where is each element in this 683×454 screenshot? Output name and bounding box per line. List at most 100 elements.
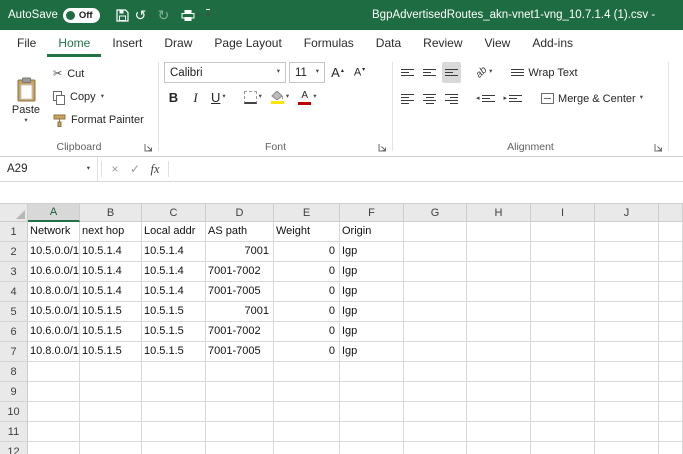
cell-B1[interactable]: next hop	[80, 222, 142, 242]
cell-I12[interactable]	[531, 442, 595, 454]
row-header-10[interactable]: 10	[0, 402, 28, 422]
cell-H7[interactable]	[467, 342, 531, 362]
cell-filler[interactable]	[659, 282, 683, 302]
cell-E8[interactable]	[274, 362, 340, 382]
cell-G3[interactable]	[404, 262, 467, 282]
cell-J8[interactable]	[595, 362, 659, 382]
cell-J9[interactable]	[595, 382, 659, 402]
align-middle-button[interactable]	[420, 62, 439, 83]
cell-B9[interactable]	[80, 382, 142, 402]
cell-filler[interactable]	[659, 342, 683, 362]
column-header-C[interactable]: C	[142, 204, 206, 222]
cell-A8[interactable]	[28, 362, 80, 382]
cell-H1[interactable]	[467, 222, 531, 242]
cell-D7[interactable]: 7001-7005	[206, 342, 274, 362]
tab-review[interactable]: Review	[412, 30, 473, 57]
cell-C3[interactable]: 10.5.1.4	[142, 262, 206, 282]
cell-E3[interactable]: 0	[274, 262, 340, 282]
cell-E10[interactable]	[274, 402, 340, 422]
cell-F9[interactable]	[340, 382, 404, 402]
cell-I10[interactable]	[531, 402, 595, 422]
cell-F4[interactable]: Igp	[340, 282, 404, 302]
cell-C6[interactable]: 10.5.1.5	[142, 322, 206, 342]
font-dialog-launcher[interactable]	[378, 143, 387, 152]
select-all-button[interactable]	[0, 204, 28, 222]
cell-I1[interactable]	[531, 222, 595, 242]
cell-E2[interactable]: 0	[274, 242, 340, 262]
cell-E12[interactable]	[274, 442, 340, 454]
cell-C5[interactable]: 10.5.1.5	[142, 302, 206, 322]
cell-A12[interactable]	[28, 442, 80, 454]
cell-I9[interactable]	[531, 382, 595, 402]
cell-E7[interactable]: 0	[274, 342, 340, 362]
column-header-B[interactable]: B	[80, 204, 142, 222]
redo-button[interactable]: ↻ ▾	[158, 8, 175, 22]
tab-view[interactable]: View	[474, 30, 522, 57]
format-painter-button[interactable]: Format Painter	[53, 110, 144, 130]
cell-F6[interactable]: Igp	[340, 322, 404, 342]
increase-font-size-button[interactable]: A▴	[328, 62, 347, 83]
cell-D10[interactable]	[206, 402, 274, 422]
row-header-9[interactable]: 9	[0, 382, 28, 402]
cell-J10[interactable]	[595, 402, 659, 422]
cell-G4[interactable]	[404, 282, 467, 302]
cell-I3[interactable]	[531, 262, 595, 282]
cell-H10[interactable]	[467, 402, 531, 422]
row-header-8[interactable]: 8	[0, 362, 28, 382]
cell-G7[interactable]	[404, 342, 467, 362]
undo-button[interactable]: ↺ ▾	[135, 8, 152, 22]
tab-page-layout[interactable]: Page Layout	[203, 30, 292, 57]
insert-function-button[interactable]: fx	[145, 162, 165, 177]
cell-C11[interactable]	[142, 422, 206, 442]
cell-filler[interactable]	[659, 442, 683, 454]
wrap-text-button[interactable]: Wrap Text	[511, 62, 577, 83]
orientation-button[interactable]: ab ▾	[473, 62, 495, 83]
cell-H12[interactable]	[467, 442, 531, 454]
cell-F11[interactable]	[340, 422, 404, 442]
cell-filler[interactable]	[659, 402, 683, 422]
cell-C12[interactable]	[142, 442, 206, 454]
cell-B11[interactable]	[80, 422, 142, 442]
column-header-J[interactable]: J	[595, 204, 659, 222]
decrease-font-size-button[interactable]: A▾	[350, 62, 369, 83]
cell-filler[interactable]	[659, 222, 683, 242]
cell-F8[interactable]	[340, 362, 404, 382]
decrease-indent-button[interactable]: ◂	[473, 88, 498, 109]
cell-C2[interactable]: 10.5.1.4	[142, 242, 206, 262]
cell-G12[interactable]	[404, 442, 467, 454]
cell-J1[interactable]	[595, 222, 659, 242]
cell-C4[interactable]: 10.5.1.4	[142, 282, 206, 302]
cell-B6[interactable]: 10.5.1.5	[80, 322, 142, 342]
formula-input[interactable]	[172, 157, 683, 181]
customize-toolbar-button[interactable]: ▾	[206, 9, 210, 21]
cell-C1[interactable]: Local addr	[142, 222, 206, 242]
cell-I8[interactable]	[531, 362, 595, 382]
font-color-button[interactable]: A ▾	[295, 87, 319, 108]
cell-G5[interactable]	[404, 302, 467, 322]
cell-B12[interactable]	[80, 442, 142, 454]
cell-filler[interactable]	[659, 322, 683, 342]
cell-G9[interactable]	[404, 382, 467, 402]
cell-I4[interactable]	[531, 282, 595, 302]
cell-A1[interactable]: Network	[28, 222, 80, 242]
align-left-button[interactable]	[398, 88, 417, 109]
column-header-E[interactable]: E	[274, 204, 340, 222]
font-size-select[interactable]: 11 ▾	[289, 62, 325, 83]
cell-filler[interactable]	[659, 422, 683, 442]
fill-color-button[interactable]: ▾	[268, 87, 292, 108]
cell-J4[interactable]	[595, 282, 659, 302]
tab-insert[interactable]: Insert	[101, 30, 153, 57]
align-right-button[interactable]	[442, 88, 461, 109]
column-header-D[interactable]: D	[206, 204, 274, 222]
row-header-1[interactable]: 1	[0, 222, 28, 242]
cell-F10[interactable]	[340, 402, 404, 422]
cell-D12[interactable]	[206, 442, 274, 454]
cell-F3[interactable]: Igp	[340, 262, 404, 282]
column-header-A[interactable]: A	[28, 204, 80, 222]
cell-C8[interactable]	[142, 362, 206, 382]
cell-A2[interactable]: 10.5.0.0/1	[28, 242, 80, 262]
cell-A4[interactable]: 10.8.0.0/1	[28, 282, 80, 302]
cell-B3[interactable]: 10.5.1.4	[80, 262, 142, 282]
cell-F5[interactable]: Igp	[340, 302, 404, 322]
cell-H5[interactable]	[467, 302, 531, 322]
